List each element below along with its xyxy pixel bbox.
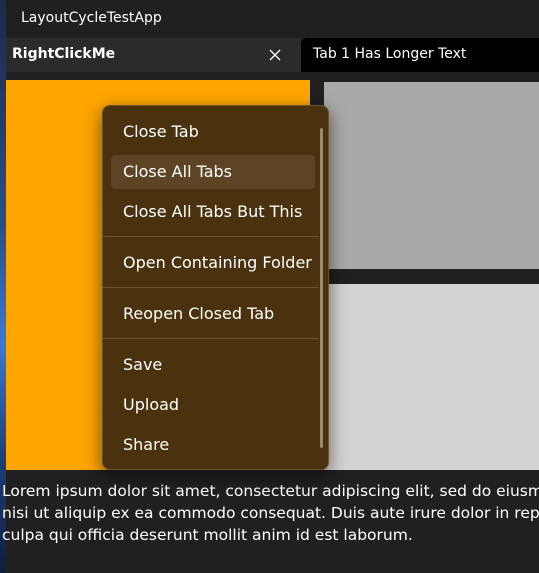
tab-strip: RightClickMe Tab 1 Has Longer Text <box>6 38 539 72</box>
menu-item-close-all-tabs-but-this[interactable]: Close All Tabs But This <box>111 195 315 229</box>
lorem-line-2: nisi ut aliquip ex ea commodo consequat.… <box>2 504 539 522</box>
tab-label: RightClickMe <box>12 46 116 62</box>
app-window: LayoutCycleTestApp RightClickMe Tab 1 Ha… <box>2 0 539 573</box>
menu-scrollbar[interactable] <box>320 128 323 448</box>
menu-item-label: Save <box>123 355 163 374</box>
menu-item-label: Upload <box>123 395 180 414</box>
menu-item-close-tab[interactable]: Close Tab <box>111 115 315 149</box>
menu-item-label: Close All Tabs <box>123 162 233 181</box>
window-title: LayoutCycleTestApp <box>21 10 162 26</box>
lorem-line-3: culpa qui officia deserunt mollit anim i… <box>2 526 413 544</box>
gray-panel-bottom <box>324 284 539 470</box>
menu-separator <box>103 338 319 339</box>
menu-item-share[interactable]: Share <box>111 428 315 462</box>
menu-item-label: Open Containing Folder <box>123 253 312 272</box>
gray-panel-top <box>324 82 539 269</box>
menu-item-label: Share <box>123 435 170 454</box>
menu-separator <box>103 287 319 288</box>
tab-label: Tab 1 Has Longer Text <box>313 46 467 62</box>
tab-context-menu: Close Tab Close All Tabs Close All Tabs … <box>102 105 329 470</box>
lorem-line-1: Lorem ipsum dolor sit amet, consectetur … <box>2 482 539 500</box>
menu-item-label: Reopen Closed Tab <box>123 304 275 323</box>
menu-item-label: Close Tab <box>123 122 199 141</box>
close-icon[interactable] <box>264 44 286 66</box>
tab-rightclickme[interactable]: RightClickMe <box>6 38 301 72</box>
menu-item-upload[interactable]: Upload <box>111 388 315 422</box>
menu-item-label: Close All Tabs But This <box>123 202 303 221</box>
menu-item-save[interactable]: Save <box>111 348 315 382</box>
menu-separator <box>103 236 319 237</box>
tab-1-has-longer-text[interactable]: Tab 1 Has Longer Text <box>301 38 539 72</box>
menu-item-open-containing-folder[interactable]: Open Containing Folder <box>111 246 315 280</box>
menu-item-close-all-tabs[interactable]: Close All Tabs <box>111 155 315 189</box>
menu-item-reopen-closed-tab[interactable]: Reopen Closed Tab <box>111 297 315 331</box>
title-bar[interactable]: LayoutCycleTestApp <box>6 0 539 38</box>
lorem-text-block: Lorem ipsum dolor sit amet, consectetur … <box>2 480 539 546</box>
